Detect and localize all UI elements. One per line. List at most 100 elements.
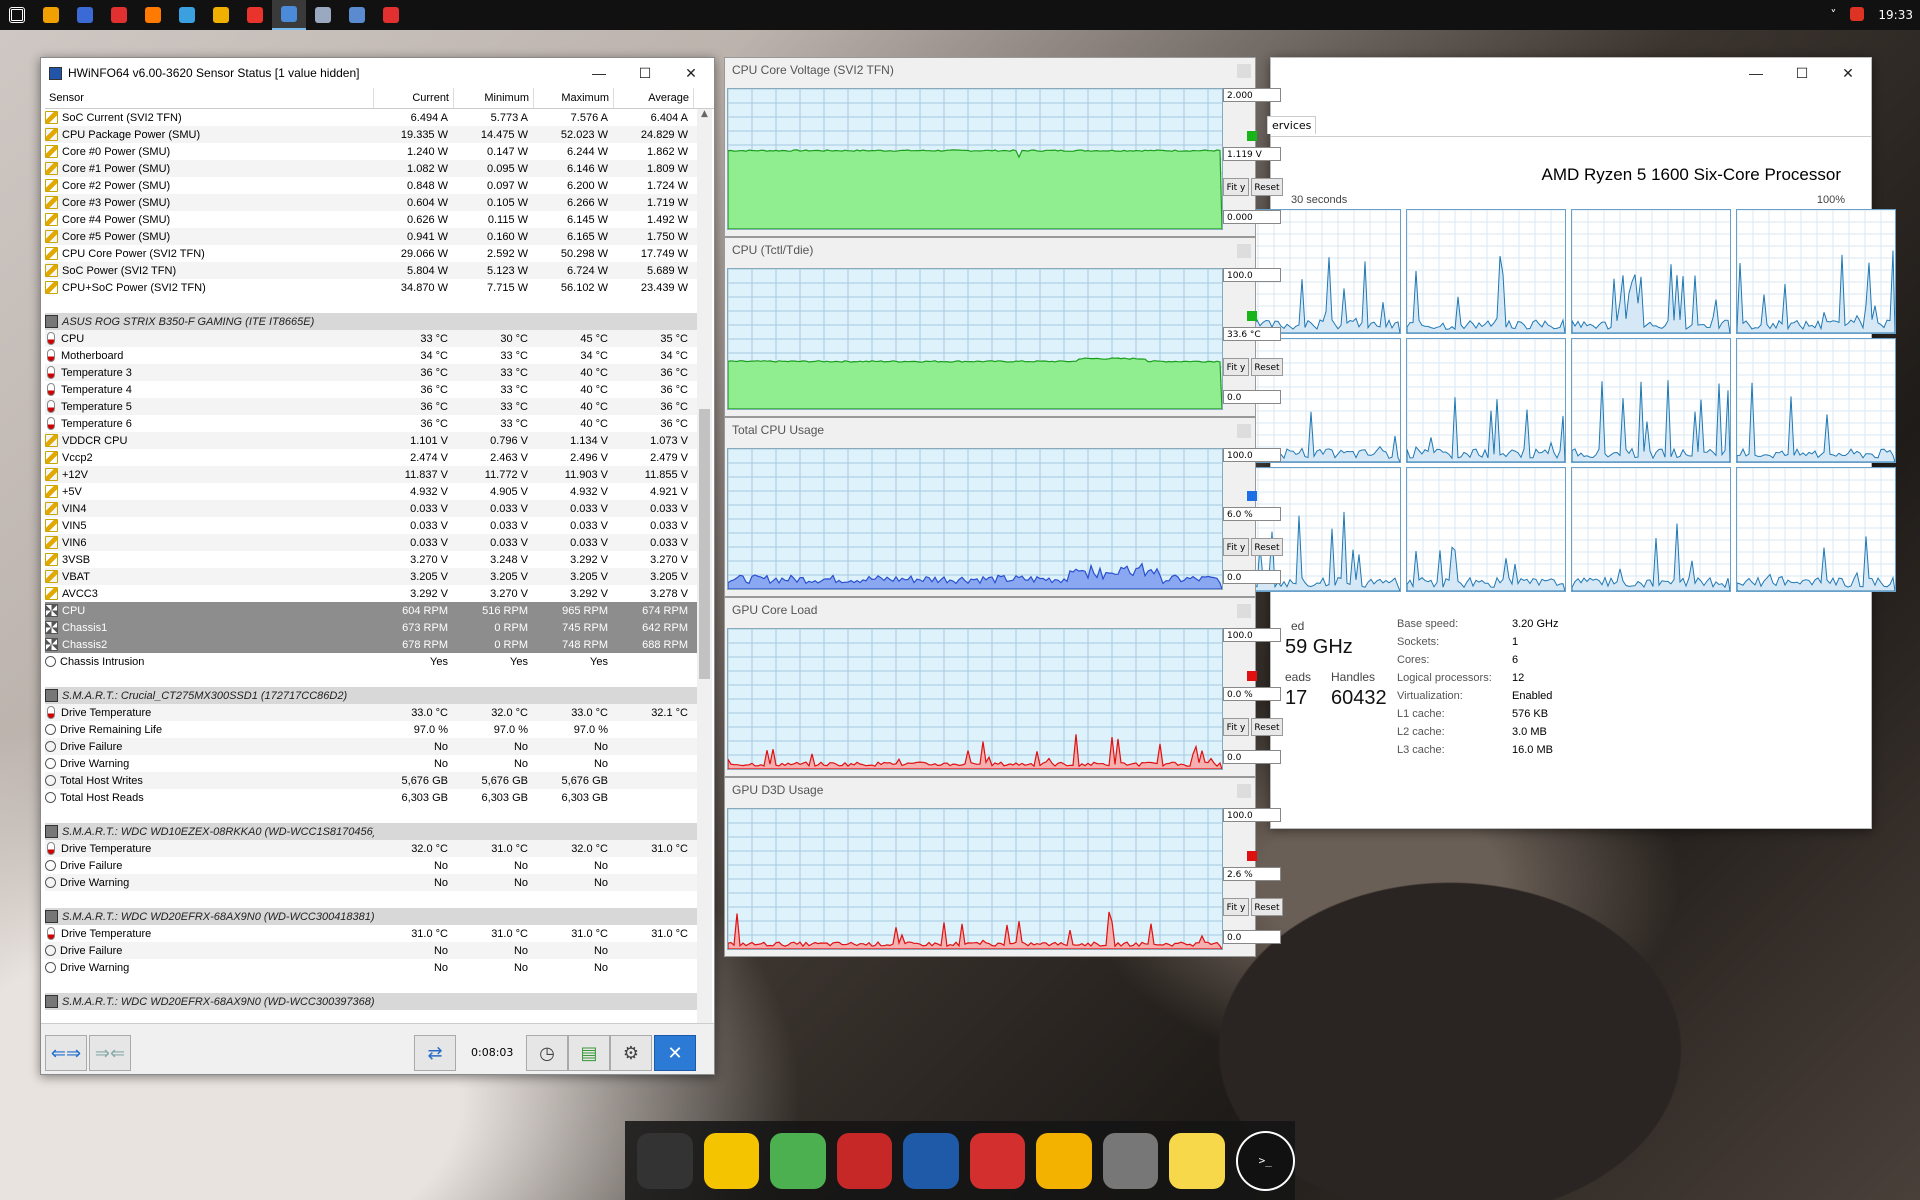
lightbulb-icon[interactable]: [1169, 1132, 1225, 1189]
cpu-core-graph[interactable]: [1736, 209, 1896, 334]
fit-y-button[interactable]: Fit y: [1223, 898, 1249, 916]
graph-window[interactable]: CPU (Tctl/Tdie) 100.0 33.6 °C Fit y Reset 0.0: [724, 237, 1283, 417]
sensor-group-header[interactable]: S.M.A.R.T.: WDC WD20EFRX-68AX9N0 (WD-WCC…: [45, 908, 697, 925]
graph-window[interactable]: GPU D3D Usage 100.0 2.6 % Fit y Reset 0.0: [724, 777, 1283, 957]
clock-icon[interactable]: ◷: [526, 1035, 568, 1071]
reset-button[interactable]: Reset: [1251, 538, 1283, 556]
sensor-row[interactable]: Temperature 6 36 °C 33 °C 40 °C 36 °C: [45, 415, 697, 432]
ape-icon[interactable]: [1102, 1132, 1158, 1189]
graph-max-field[interactable]: 2.000: [1223, 88, 1281, 102]
sensor-row[interactable]: CPU+SoC Power (SVI2 TFN) 34.870 W 7.715 W 5…: [45, 279, 697, 296]
sensor-row[interactable]: VDDCR CPU 1.101 V 0.796 V 1.134 V 1.073 V: [45, 432, 697, 449]
graph-min-field[interactable]: 0.0: [1223, 390, 1281, 404]
graph-min-field[interactable]: 0.0: [1223, 570, 1281, 584]
sensor-row[interactable]: Drive Temperature 31.0 °C 31.0 °C 31.0 °C 31…: [45, 925, 697, 942]
sensor-row[interactable]: Temperature 5 36 °C 33 °C 40 °C 36 °C: [45, 398, 697, 415]
close-button[interactable]: ✕: [668, 58, 714, 88]
sensor-row[interactable]: CPU Package Power (SMU) 19.335 W 14.475 W 5…: [45, 126, 697, 143]
clapperboard-icon[interactable]: [903, 1132, 959, 1189]
sensor-row[interactable]: Core #1 Power (SMU) 1.082 W 0.095 W 6.146 W…: [45, 160, 697, 177]
gorilla-icon[interactable]: [637, 1132, 693, 1189]
photo-icon[interactable]: [306, 0, 340, 30]
settings-gear-icon[interactable]: ⚙: [610, 1035, 652, 1071]
vivaldi-icon[interactable]: [238, 0, 272, 30]
maximize-button[interactable]: ☐: [1779, 58, 1825, 88]
cpu-core-graph[interactable]: [1406, 209, 1566, 334]
layout-expand-button[interactable]: ⇐⇒: [45, 1035, 87, 1071]
terminal-icon[interactable]: >_: [1235, 1130, 1295, 1191]
graph-window[interactable]: Total CPU Usage 100.0 6.0 % Fit y Reset 0.0: [724, 417, 1283, 597]
firefox-icon[interactable]: [136, 0, 170, 30]
column-maximum[interactable]: Maximum: [534, 88, 614, 108]
network-button[interactable]: ⇄: [414, 1035, 456, 1071]
cpu-core-graph[interactable]: [1571, 467, 1731, 592]
cpu-core-graph[interactable]: [1736, 338, 1896, 463]
sensor-row[interactable]: Chassis Intrusion Yes Yes Yes: [45, 653, 697, 670]
sensor-group-header[interactable]: S.M.A.R.T.: Crucial_CT275MX300SSD1 (1727…: [45, 687, 697, 704]
fit-y-button[interactable]: Fit y: [1223, 178, 1249, 196]
vertical-scrollbar[interactable]: ▲ ▼: [697, 109, 712, 1067]
sensor-row[interactable]: Core #3 Power (SMU) 0.604 W 0.105 W 6.266 W…: [45, 194, 697, 211]
sensor-row[interactable]: Vccp2 2.474 V 2.463 V 2.496 V 2.479 V: [45, 449, 697, 466]
sensor-row[interactable]: Total Host Writes 5,676 GB 5,676 GB 5,676 G…: [45, 772, 697, 789]
burst-icon[interactable]: [374, 0, 408, 30]
column-current[interactable]: Current: [374, 88, 454, 108]
scroll-up-arrow[interactable]: ▲: [697, 109, 712, 119]
graph-min-field[interactable]: 0.000: [1223, 210, 1281, 224]
sensor-row[interactable]: Motherboard 34 °C 33 °C 34 °C 34 °C: [45, 347, 697, 364]
graph-close-button[interactable]: [1237, 64, 1251, 78]
series-color-swatch[interactable]: [1247, 491, 1257, 501]
sensor-row[interactable]: Temperature 3 36 °C 33 °C 40 °C 36 °C: [45, 364, 697, 381]
chrome-icon[interactable]: [204, 0, 238, 30]
cpu-core-graph[interactable]: [1571, 209, 1731, 334]
sensor-row[interactable]: Drive Failure No No No: [45, 857, 697, 874]
sensor-row[interactable]: Chassis1 673 RPM 0 RPM 745 RPM 642 RPM: [45, 619, 697, 636]
reset-button[interactable]: Reset: [1251, 898, 1283, 916]
graph-close-button[interactable]: [1237, 604, 1251, 618]
clock[interactable]: 19:33: [1871, 8, 1920, 22]
scroll-thumb[interactable]: [699, 409, 710, 679]
terminal-icon[interactable]: [340, 0, 374, 30]
export-report-button[interactable]: ▤: [568, 1035, 610, 1071]
opera-icon[interactable]: [102, 0, 136, 30]
iron-man-icon[interactable]: [836, 1132, 892, 1189]
hwinfo-titlebar[interactable]: HWiNFO64 v6.00-3620 Sensor Status [1 val…: [41, 58, 714, 88]
reset-button[interactable]: Reset: [1251, 178, 1283, 196]
series-color-swatch[interactable]: [1247, 851, 1257, 861]
sensor-row[interactable]: Drive Warning No No No: [45, 755, 697, 772]
leaf-icon[interactable]: [770, 1132, 826, 1189]
graph-max-field[interactable]: 100.0: [1223, 808, 1281, 822]
tab-services[interactable]: ervices: [1267, 116, 1317, 134]
sensor-row[interactable]: Core #5 Power (SMU) 0.941 W 0.160 W 6.165 W…: [45, 228, 697, 245]
windows-start-icon[interactable]: [0, 0, 34, 30]
sensor-group-header[interactable]: S.M.A.R.T.: WDC WD10EZEX-08RKKA0 (WD-WCC…: [45, 823, 697, 840]
cpu-core-graph[interactable]: [1571, 338, 1731, 463]
cpu-core-graph[interactable]: [1736, 467, 1896, 592]
graph-close-button[interactable]: [1237, 784, 1251, 798]
sensor-row[interactable]: CPU Core Power (SVI2 TFN) 29.066 W 2.592 W…: [45, 245, 697, 262]
sensor-group-header[interactable]: S.M.A.R.T.: WDC WD20EFRX-68AX9N0 (WD-WCC…: [45, 993, 697, 1010]
sensor-row[interactable]: Drive Temperature 33.0 °C 32.0 °C 33.0 °C 32…: [45, 704, 697, 721]
series-color-swatch[interactable]: [1247, 311, 1257, 321]
sensor-row[interactable]: SoC Current (SVI2 TFN) 6.494 A 5.773 A 7.57…: [45, 109, 697, 126]
sensor-row[interactable]: VIN4 0.033 V 0.033 V 0.033 V 0.033 V: [45, 500, 697, 517]
sensor-group-header[interactable]: ASUS ROG STRIX B350-F GAMING (ITE IT8665…: [45, 313, 697, 330]
graph-min-field[interactable]: 0.0: [1223, 930, 1281, 944]
graph-min-field[interactable]: 0.0: [1223, 750, 1281, 764]
sensor-row[interactable]: +5V 4.932 V 4.905 V 4.932 V 4.921 V: [45, 483, 697, 500]
hwinfo-icon[interactable]: [272, 0, 306, 30]
sensor-row[interactable]: Drive Remaining Life 97.0 % 97.0 % 97.0 %: [45, 721, 697, 738]
fit-y-button[interactable]: Fit y: [1223, 358, 1249, 376]
duck-icon[interactable]: [703, 1132, 759, 1189]
graph-max-field[interactable]: 100.0: [1223, 448, 1281, 462]
close-button[interactable]: ✕: [1825, 58, 1871, 88]
sensor-row[interactable]: Core #0 Power (SMU) 1.240 W 0.147 W 6.244 W…: [45, 143, 697, 160]
cpu-core-graph[interactable]: [1406, 467, 1566, 592]
sensor-row[interactable]: +12V 11.837 V 11.772 V 11.903 V 11.855 V: [45, 466, 697, 483]
series-color-swatch[interactable]: [1247, 671, 1257, 681]
layout-collapse-button[interactable]: ⇒⇐: [89, 1035, 131, 1071]
series-color-swatch[interactable]: [1247, 131, 1257, 141]
fit-y-button[interactable]: Fit y: [1223, 538, 1249, 556]
sensor-row[interactable]: Drive Temperature 32.0 °C 31.0 °C 32.0 °C 31…: [45, 840, 697, 857]
graph-close-button[interactable]: [1237, 424, 1251, 438]
